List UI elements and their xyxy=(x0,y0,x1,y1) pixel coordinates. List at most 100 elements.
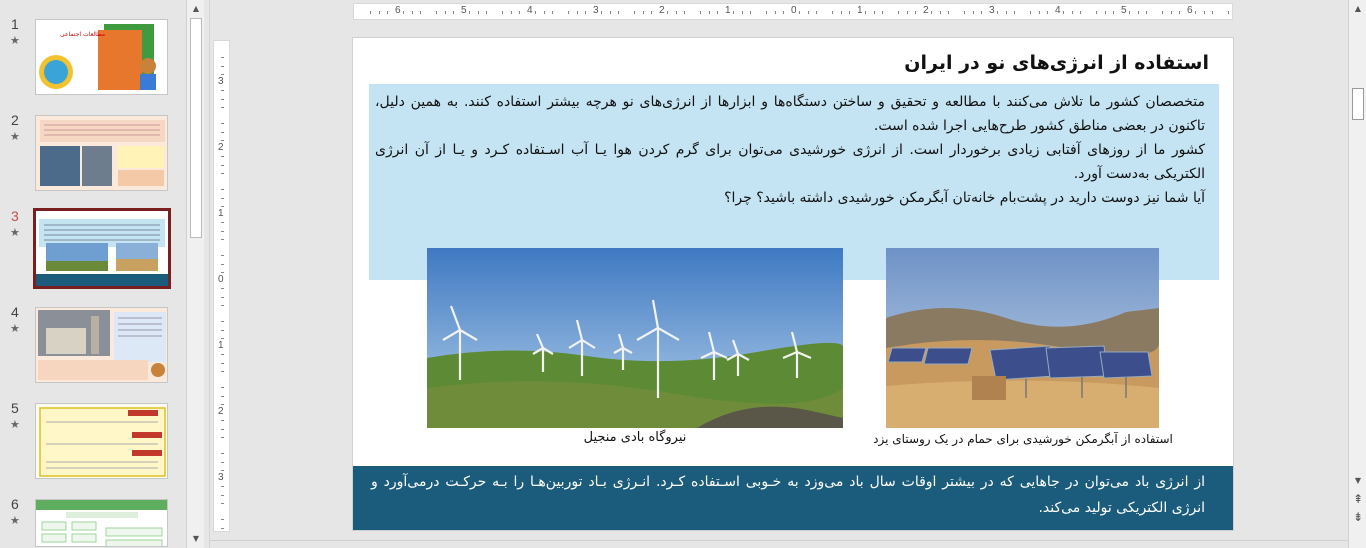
solar-heater-caption[interactable]: استفاده از آبگرمکن خورشیدی برای حمام در … xyxy=(858,432,1188,446)
ruler-tick xyxy=(1170,11,1172,14)
ruler-tick xyxy=(898,11,900,14)
ruler-tick xyxy=(741,11,743,14)
next-slide-icon[interactable]: ⇟ xyxy=(1350,510,1366,524)
ruler-tick xyxy=(221,222,224,224)
ruler-label: 4 xyxy=(1055,5,1061,16)
ruler-label: 0 xyxy=(218,274,224,285)
ruler-tick xyxy=(221,494,224,496)
ruler-tick xyxy=(221,230,224,232)
ruler-tick xyxy=(1013,11,1015,14)
ruler-tick xyxy=(444,11,446,14)
ruler-tick xyxy=(576,11,578,14)
ruler-tick xyxy=(221,486,224,488)
scroll-down-icon[interactable]: ▼ xyxy=(188,532,204,546)
ruler-tick xyxy=(221,156,224,158)
ruler-tick xyxy=(667,11,669,14)
slide-thumbnail-pane: 1 ★ مطالعات اجتماعی 2 ★ 3 ★ 4 ★ 5 ★ 6 ★ xyxy=(0,0,204,548)
ruler-tick xyxy=(221,420,224,422)
ruler-label: 3 xyxy=(218,472,224,483)
ruler-label: 4 xyxy=(527,5,533,16)
ruler-tick xyxy=(221,321,224,323)
horizontal-ruler: 6 5 4 3 2 1 0 1 2 3 4 5 6 xyxy=(353,3,1233,20)
ruler-tick xyxy=(221,354,224,356)
slide-title[interactable]: استفاده از انرژی‌های نو در ایران xyxy=(904,52,1209,74)
ruler-tick xyxy=(221,519,224,521)
ruler-tick xyxy=(469,11,471,14)
ruler-tick xyxy=(774,11,776,14)
ruler-tick xyxy=(799,11,801,14)
ruler-tick xyxy=(221,65,224,67)
ruler-tick xyxy=(1046,11,1048,14)
slide-thumbnail-1[interactable]: مطالعات اجتماعی xyxy=(35,19,168,95)
ruler-tick xyxy=(782,11,784,14)
ruler-tick xyxy=(221,337,224,339)
ruler-label: 6 xyxy=(1187,5,1193,16)
slide-thumbnail-5[interactable] xyxy=(35,403,168,479)
thumbnail-preview xyxy=(36,116,167,190)
ruler-tick xyxy=(502,11,504,14)
ruler-tick xyxy=(221,304,224,306)
ruler-tick xyxy=(419,11,421,14)
slide-thumbnail-2[interactable] xyxy=(35,115,168,191)
ruler-label: 6 xyxy=(395,5,401,16)
ruler-tick xyxy=(1079,11,1081,14)
ruler-label: 0 xyxy=(791,5,797,16)
ruler-tick xyxy=(221,90,224,92)
intro-paragraph: آیا شما نیز دوست دارید در پشت‌بام خانه‌ت… xyxy=(724,190,1205,206)
animation-star-icon: ★ xyxy=(10,514,20,527)
ruler-tick xyxy=(221,98,224,100)
slide-thumbnail-4[interactable] xyxy=(35,307,168,383)
wind-farm-photo[interactable] xyxy=(427,248,843,428)
ruler-tick xyxy=(221,329,224,331)
ruler-tick xyxy=(601,11,603,14)
slide-vertical-scrollbar[interactable]: ▲ ▼ ⇞ ⇟ xyxy=(1348,0,1366,548)
thumbnail-scrollbar[interactable]: ▲ ▼ xyxy=(186,0,204,548)
slide-canvas[interactable]: استفاده از انرژی‌های نو در ایران متخصصان… xyxy=(353,38,1233,530)
animation-star-icon: ★ xyxy=(10,226,20,239)
previous-slide-icon[interactable]: ⇞ xyxy=(1350,492,1366,506)
svg-text:مطالعات اجتماعی: مطالعات اجتماعی xyxy=(60,31,105,38)
slide-number: 4 xyxy=(11,304,19,320)
ruler-tick xyxy=(939,11,941,14)
ruler-tick xyxy=(221,131,224,133)
ruler-tick xyxy=(972,11,974,14)
intro-paragraph: متخصصان کشور ما تلاش می‌کنند با مطالعه و… xyxy=(375,94,1205,134)
ruler-tick xyxy=(518,11,520,14)
ruler-tick xyxy=(617,11,619,14)
ruler-tick xyxy=(221,271,224,273)
wind-energy-textbox[interactable]: از انرژی باد می‌توان در جاهایی که در بیش… xyxy=(371,469,1205,521)
ruler-tick xyxy=(1178,11,1180,14)
wind-farm-caption[interactable]: نیروگاه بادی منجیل xyxy=(427,430,843,445)
pane-splitter[interactable] xyxy=(204,0,210,548)
slide-thumbnail-3[interactable] xyxy=(33,208,171,289)
intro-paragraph: کشور ما از روزهای آفتابی زیادی برخوردار … xyxy=(375,142,1205,182)
ruler-tick xyxy=(221,189,224,191)
thumbnail-preview xyxy=(36,500,167,546)
ruler-tick xyxy=(221,502,224,504)
solar-heater-photo[interactable] xyxy=(886,248,1159,428)
scroll-up-icon[interactable]: ▲ xyxy=(188,2,204,16)
animation-star-icon: ★ xyxy=(10,130,20,143)
scroll-down-icon[interactable]: ▼ xyxy=(1350,474,1366,488)
ruler-tick xyxy=(1129,11,1131,14)
ruler-tick xyxy=(1104,11,1106,14)
ruler-tick xyxy=(568,11,570,14)
ruler-tick xyxy=(716,11,718,14)
slide-number: 3 xyxy=(11,208,19,224)
scrollbar-thumb[interactable] xyxy=(190,18,202,238)
ruler-tick xyxy=(221,123,224,125)
ruler-tick xyxy=(403,11,405,14)
ruler-tick xyxy=(378,11,380,14)
slide-thumbnail-6[interactable] xyxy=(35,499,168,547)
ruler-tick xyxy=(1063,11,1065,14)
intro-textbox[interactable]: متخصصان کشور ما تلاش می‌کنند با مطالعه و… xyxy=(375,90,1205,210)
scroll-up-icon[interactable]: ▲ xyxy=(1350,2,1366,16)
slide-number: 5 xyxy=(11,400,19,416)
ruler-tick xyxy=(733,11,735,14)
ruler-tick xyxy=(221,197,224,199)
ruler-tick xyxy=(221,428,224,430)
ruler-tick xyxy=(873,11,875,14)
ruler-tick xyxy=(221,238,224,240)
scrollbar-thumb[interactable] xyxy=(1352,88,1364,120)
ruler-label: 1 xyxy=(218,340,224,351)
